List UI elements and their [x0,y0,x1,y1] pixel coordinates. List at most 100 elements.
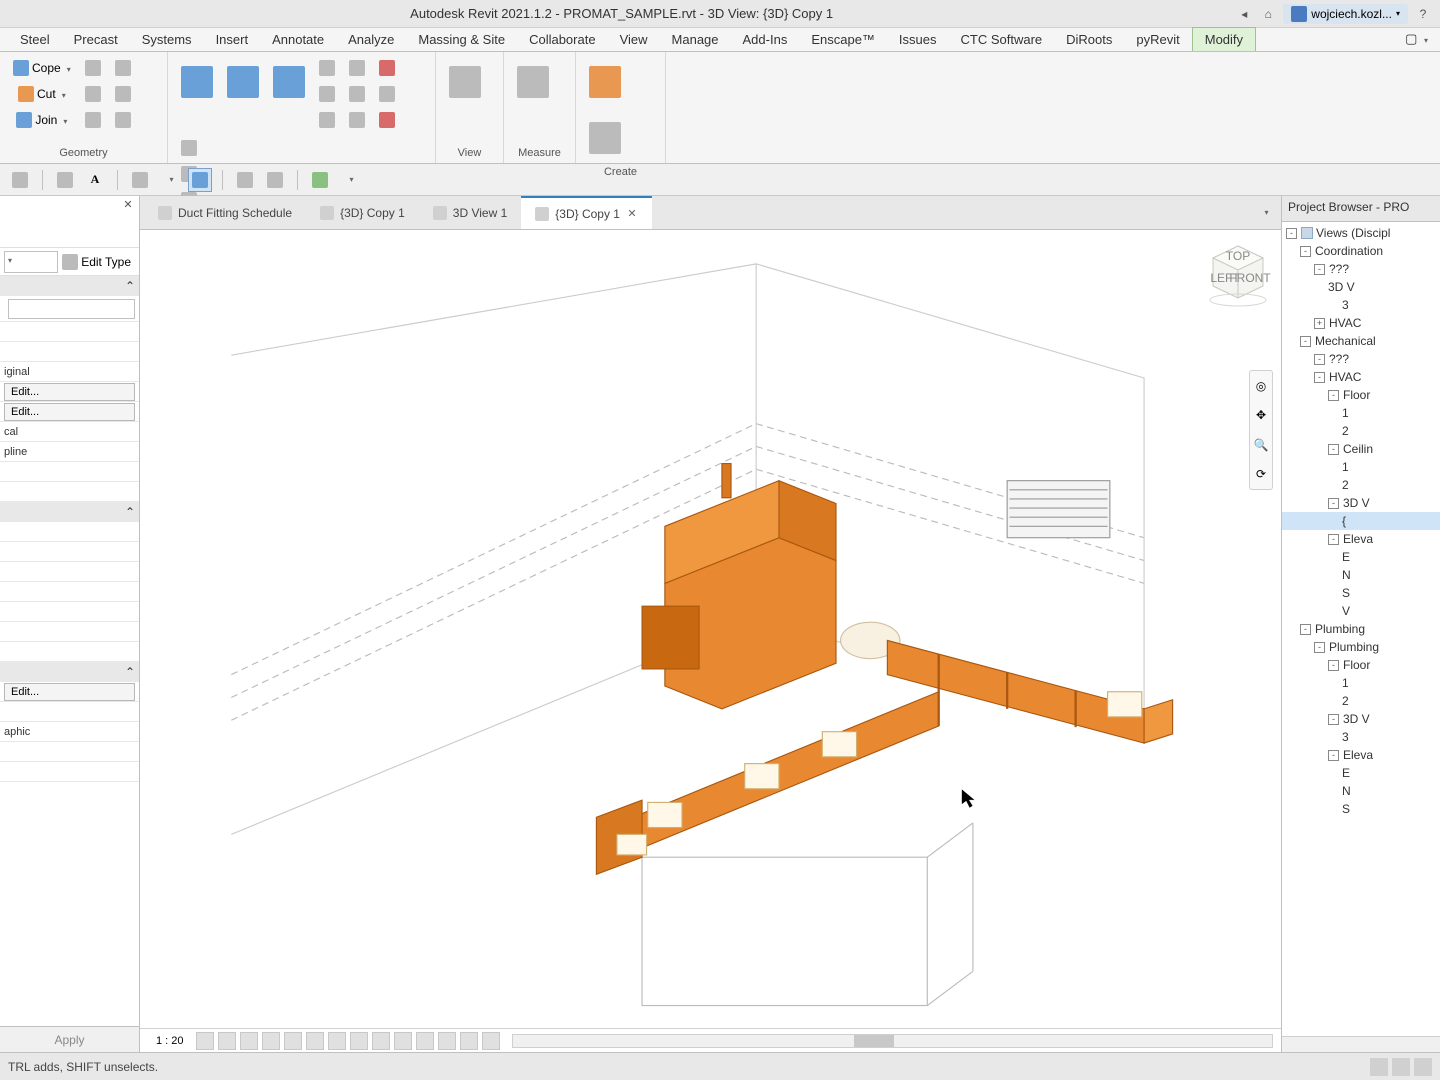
collapse-icon[interactable]: - [1314,354,1325,365]
ribbon-tab-precast[interactable]: Precast [62,28,130,51]
tool-g3[interactable] [80,108,106,132]
collapse-icon[interactable]: - [1286,228,1297,239]
section-collapse-icon[interactable]: ⌃ [125,279,135,293]
collapse-icon[interactable]: - [1300,246,1311,257]
horizontal-scrollbar[interactable] [512,1034,1273,1048]
edit-type-button[interactable]: Edit Type [58,252,135,272]
3d-view-canvas[interactable]: TOP LEFT FRONT ◎ ✥ 🔍 ⟳ [140,230,1281,1028]
ribbon-tab-analyze[interactable]: Analyze [336,28,406,51]
tree-node[interactable]: -Ceilin [1282,440,1440,458]
vs-analytical[interactable] [416,1032,434,1050]
browser-scrollbar[interactable] [1282,1036,1440,1052]
qb-3[interactable] [128,168,152,192]
ribbon-tab-massingsite[interactable]: Massing & Site [406,28,517,51]
collapse-icon[interactable]: - [1300,336,1311,347]
vs-render[interactable] [284,1032,302,1050]
tree-node[interactable]: 3 [1282,296,1440,314]
tree-node[interactable]: +HVAC [1282,314,1440,332]
tree-node[interactable]: { [1282,512,1440,530]
vs-temp[interactable] [372,1032,390,1050]
tree-node[interactable]: -??? [1282,350,1440,368]
ribbon-tab-annotate[interactable]: Annotate [260,28,336,51]
rotate-button[interactable] [222,56,264,108]
align-button[interactable] [314,56,340,80]
ribbon-tab-collaborate[interactable]: Collaborate [517,28,608,51]
vs-style[interactable] [218,1032,236,1050]
tree-node[interactable]: 2 [1282,692,1440,710]
tree-node[interactable]: V [1282,602,1440,620]
keyshot-icon[interactable]: ⌂ [1259,5,1277,23]
section-collapse-icon[interactable]: ⌃ [125,665,135,679]
split-button[interactable] [344,56,370,80]
array-button[interactable] [344,82,370,106]
ribbon-tab-diroots[interactable]: DiRoots [1054,28,1124,51]
collapse-icon[interactable]: - [1328,660,1339,671]
vs-lock[interactable] [350,1032,368,1050]
qb-6[interactable] [263,168,287,192]
collapse-icon[interactable]: - [1328,498,1339,509]
ribbon-tab-manage[interactable]: Manage [660,28,731,51]
tree-node[interactable]: 1 [1282,458,1440,476]
zoom-icon[interactable]: 🔍 [1254,438,1269,452]
status-icon[interactable] [1414,1058,1432,1076]
property-edit-button[interactable]: Edit... [4,403,135,421]
view-tab[interactable]: {3D} Copy 1✕ [521,196,652,229]
tool-g4[interactable] [110,56,136,80]
qb-7[interactable] [308,168,332,192]
tool-g6[interactable] [110,108,136,132]
join-button[interactable]: Join [8,108,76,132]
vs-shadow[interactable] [262,1032,280,1050]
ribbon-tab-view[interactable]: View [608,28,660,51]
qb-text[interactable]: A [83,168,107,192]
tree-node[interactable]: -Eleva [1282,746,1440,764]
nav-left-icon[interactable]: ◂ [1235,5,1253,23]
tree-node[interactable]: -Floor [1282,386,1440,404]
vs-crop[interactable] [306,1032,324,1050]
tree-node[interactable]: E [1282,764,1440,782]
tree-node[interactable]: N [1282,566,1440,584]
pan-icon[interactable]: ✥ [1256,408,1266,422]
collapse-icon[interactable]: - [1328,750,1339,761]
create-tool-1[interactable] [584,56,626,108]
ribbon-extras[interactable]: ▢ [1393,27,1440,51]
tool-g2[interactable] [80,82,106,106]
collapse-icon[interactable]: - [1328,444,1339,455]
collapse-icon[interactable]: - [1328,714,1339,725]
view-scale[interactable]: 1 : 20 [148,1035,192,1047]
scale-button[interactable] [344,108,370,132]
expand-icon[interactable]: + [1314,318,1325,329]
ribbon-tab-steel[interactable]: Steel [8,28,62,51]
vs-reveal[interactable] [438,1032,456,1050]
vs-hide[interactable] [394,1032,412,1050]
create-tool-2[interactable] [584,112,626,164]
tree-node[interactable]: S [1282,800,1440,818]
qb-activate-dim[interactable] [53,168,77,192]
delete-button[interactable] [374,108,400,132]
tree-node[interactable]: N [1282,782,1440,800]
property-edit-button[interactable]: Edit... [4,683,135,701]
tree-node[interactable]: -Coordination [1282,242,1440,260]
tree-node[interactable]: -Plumbing [1282,620,1440,638]
cut-button[interactable]: Cut [8,82,76,106]
status-icon[interactable] [1392,1058,1410,1076]
ribbon-tab-enscape[interactable]: Enscape™ [799,28,887,51]
tree-node[interactable]: E [1282,548,1440,566]
tree-node[interactable]: 1 [1282,674,1440,692]
ribbon-tab-addins[interactable]: Add-Ins [731,28,800,51]
collapse-icon[interactable]: - [1314,642,1325,653]
qb-filter[interactable] [188,168,212,192]
tree-node[interactable]: 3D V [1282,278,1440,296]
move-button[interactable] [176,56,218,108]
mod-a[interactable] [176,136,202,160]
qb-7-dd[interactable] [338,168,362,192]
qb-1[interactable] [8,168,32,192]
status-icon[interactable] [1370,1058,1388,1076]
section-collapse-icon[interactable]: ⌃ [125,505,135,519]
tree-node[interactable]: -Views (Discipl [1282,224,1440,242]
property-input[interactable] [8,299,135,319]
collapse-icon[interactable]: - [1314,372,1325,383]
ribbon-tab-ctcsoftware[interactable]: CTC Software [949,28,1055,51]
view-tab[interactable]: 3D View 1 [419,196,521,229]
property-edit-button[interactable]: Edit... [4,383,135,401]
tree-node[interactable]: -3D V [1282,710,1440,728]
